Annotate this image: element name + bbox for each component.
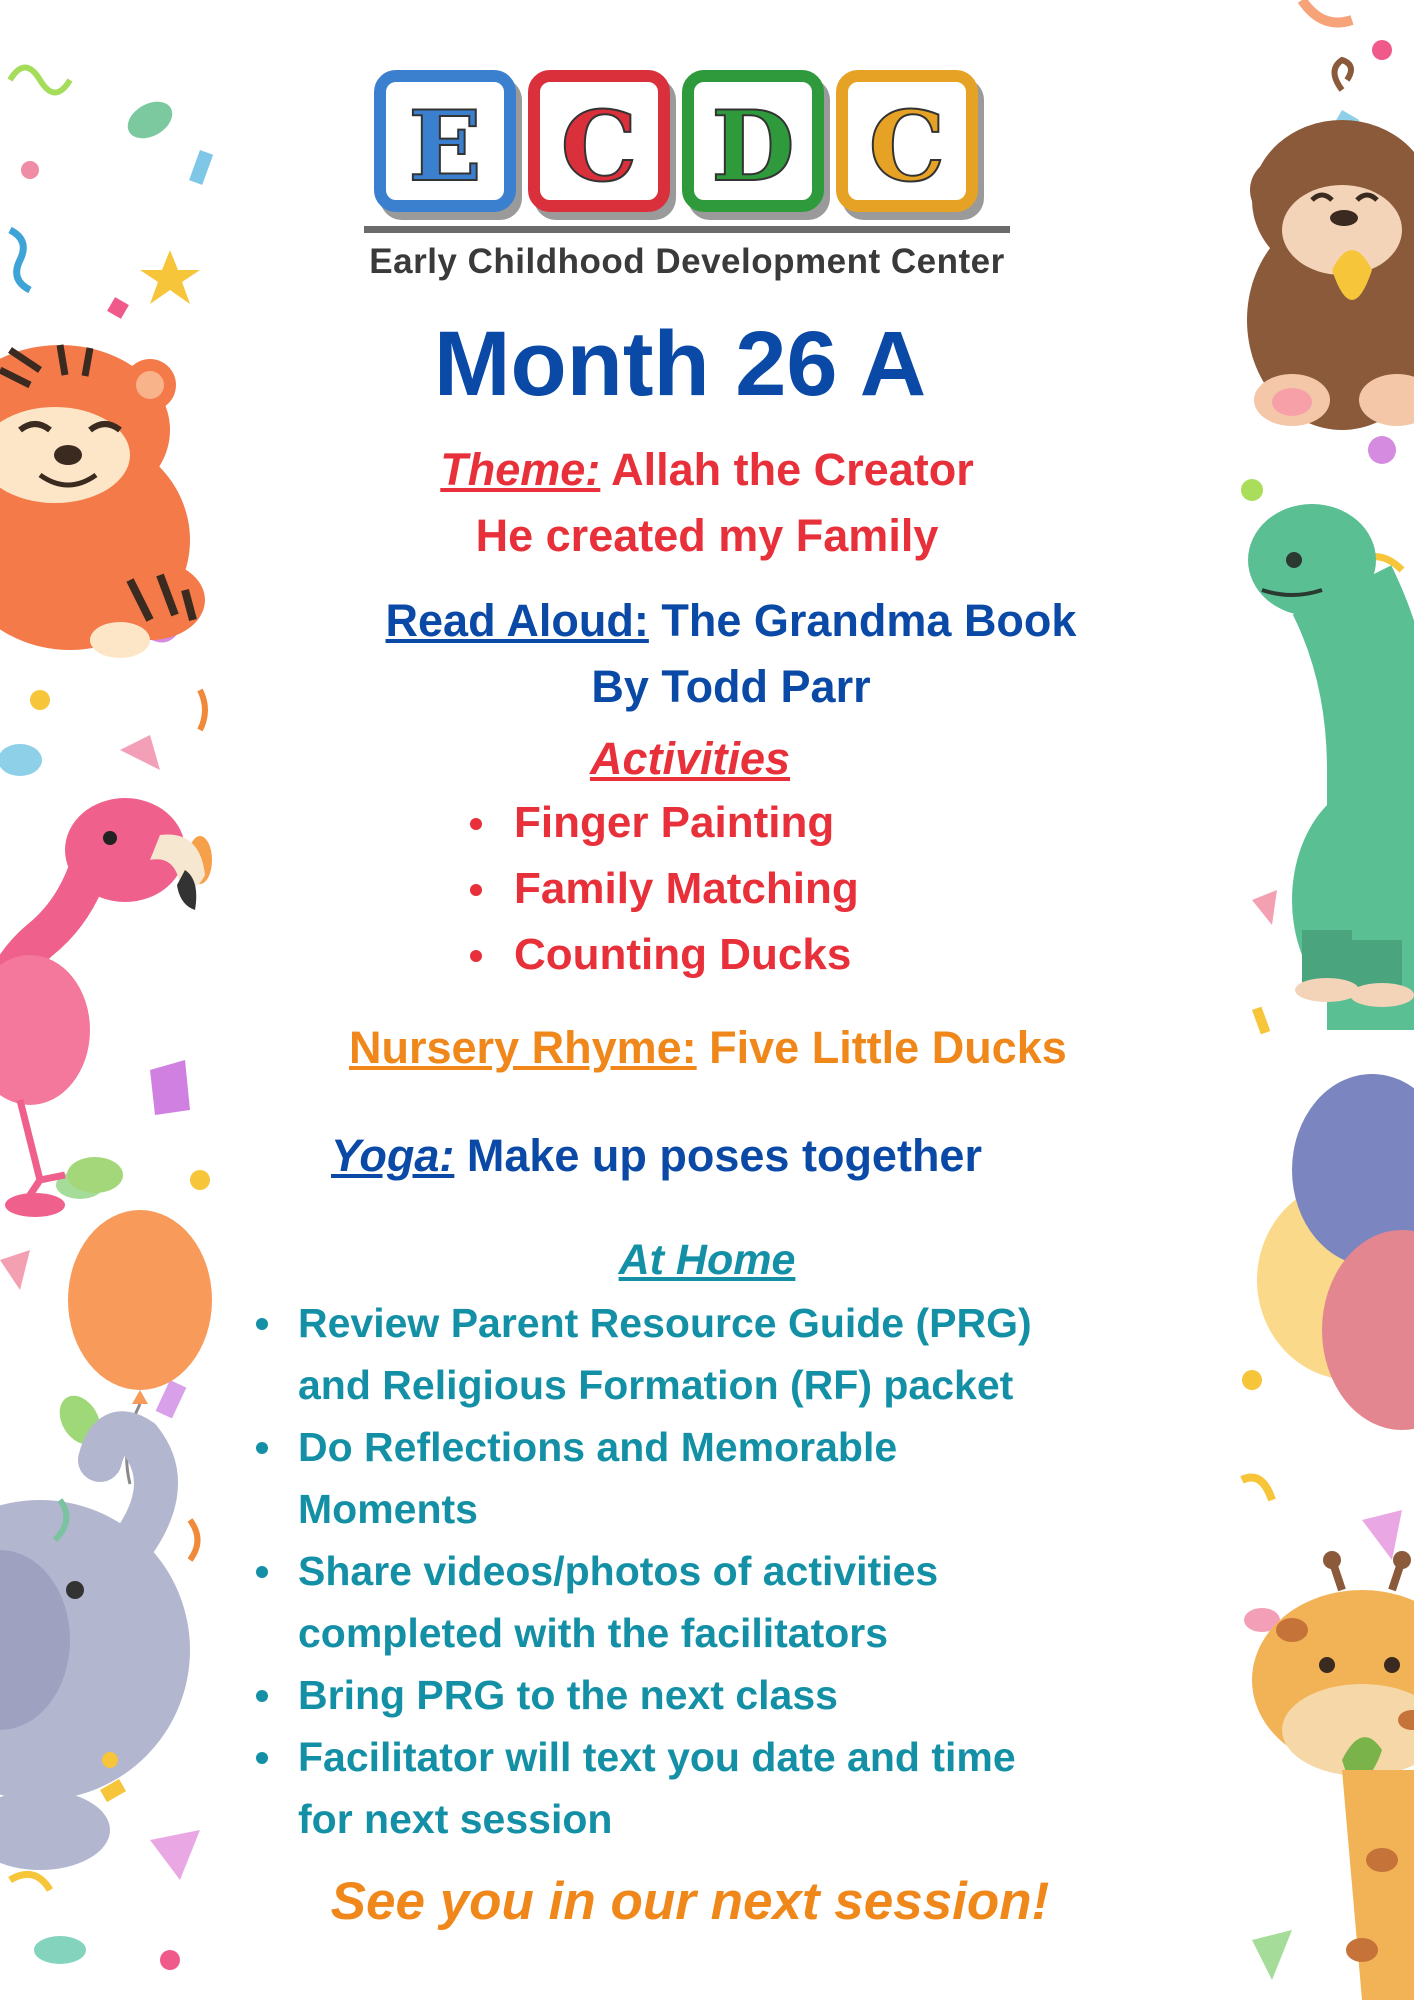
activities-heading: Activities — [589, 733, 791, 784]
logo-letter: C — [868, 89, 946, 204]
bullet-icon — [470, 950, 482, 962]
monkey-illustration — [1247, 56, 1414, 430]
logo-block-d: D — [682, 70, 824, 212]
activity-text: Finger Painting — [514, 798, 835, 847]
bullet-icon — [256, 1566, 268, 1578]
item-line: Do Reflections and Memorable — [298, 1424, 898, 1470]
balloons-illustration — [1257, 1074, 1414, 1430]
bullet-icon — [470, 818, 482, 830]
bullet-icon — [256, 1318, 268, 1330]
logo-block-c2: C — [836, 70, 978, 212]
logo-base-line — [364, 226, 1010, 233]
at-home-list: Review Parent Resource Guide (PRG) and Re… — [232, 1292, 1232, 1850]
activities-list: Finger Painting Family Matching Counting… — [466, 790, 859, 988]
theme-line-2: He created my Family — [475, 510, 939, 561]
list-item: Counting Ducks — [466, 922, 859, 988]
bullet-icon — [470, 884, 482, 896]
closing-message: See you in our next session! — [330, 1872, 1050, 1931]
list-item: Share videos/photos of activities complet… — [232, 1540, 1232, 1664]
item-line: and Religious Formation (RF) packet — [298, 1362, 1014, 1408]
item-line: Moments — [298, 1486, 478, 1532]
activity-text: Counting Ducks — [514, 930, 852, 979]
item-line: for next session — [298, 1796, 613, 1842]
yoga-value: Make up poses together — [466, 1130, 982, 1181]
left-decor-art — [0, 64, 214, 1970]
item-line: Facilitator will text you date and time — [298, 1734, 1016, 1780]
list-item: Review Parent Resource Guide (PRG) and Re… — [232, 1292, 1232, 1416]
theme-label: Theme: — [440, 444, 601, 495]
dinosaur-illustration — [1248, 504, 1414, 1030]
right-decor-art — [1240, 0, 1414, 2000]
list-item: Bring PRG to the next class — [232, 1664, 1232, 1726]
left-decor-border — [0, 0, 230, 2000]
page-title: Month 26 A — [433, 313, 927, 415]
right-decor-border — [1232, 0, 1414, 2000]
read-aloud-author: By Todd Parr — [591, 661, 871, 712]
elephant-illustration — [0, 1411, 190, 1870]
bullet-icon — [256, 1690, 268, 1702]
read-aloud-label: Read Aloud: — [385, 595, 649, 646]
read-aloud-book: The Grandma Book — [661, 595, 1077, 646]
list-item: Finger Painting — [466, 790, 859, 856]
list-item: Do Reflections and Memorable Moments — [232, 1416, 1232, 1540]
nursery-rhyme-line: Nursery Rhyme: Five Little Ducks — [349, 1020, 1067, 1076]
item-line: Bring PRG to the next class — [298, 1672, 838, 1718]
yoga-label: Yoga: — [331, 1130, 455, 1181]
tiger-illustration — [0, 344, 205, 658]
ecdc-logo: E C D C Early Childhood Development Cent… — [362, 60, 1012, 290]
bullet-icon — [256, 1442, 268, 1454]
yoga-line: Yoga: Make up poses together — [331, 1128, 982, 1184]
bullet-icon — [256, 1752, 268, 1764]
logo-letter: D — [710, 89, 795, 204]
theme-line: Theme: Allah the Creator — [230, 442, 1184, 498]
logo-letter: E — [407, 89, 482, 204]
theme-value: Allah the Creator — [611, 444, 974, 495]
at-home-heading: At Home — [618, 1236, 796, 1284]
nursery-rhyme-value: Five Little Ducks — [709, 1022, 1067, 1073]
logo-subtitle: Early Childhood Development Center — [369, 242, 1005, 281]
list-item: Family Matching — [466, 856, 859, 922]
item-line: Review Parent Resource Guide (PRG) — [298, 1300, 1032, 1346]
logo-block-e: E — [374, 70, 516, 212]
logo-letter: C — [560, 89, 638, 204]
list-item: Facilitator will text you date and time f… — [232, 1726, 1232, 1850]
item-line: Share videos/photos of activities — [298, 1548, 939, 1594]
logo-block-c: C — [528, 70, 670, 212]
item-line: completed with the facilitators — [298, 1610, 889, 1656]
activity-text: Family Matching — [514, 864, 859, 913]
flamingo-illustration — [0, 798, 205, 1217]
nursery-rhyme-label: Nursery Rhyme: — [349, 1022, 697, 1073]
read-aloud-line: Read Aloud: The Grandma Book — [230, 593, 1232, 649]
